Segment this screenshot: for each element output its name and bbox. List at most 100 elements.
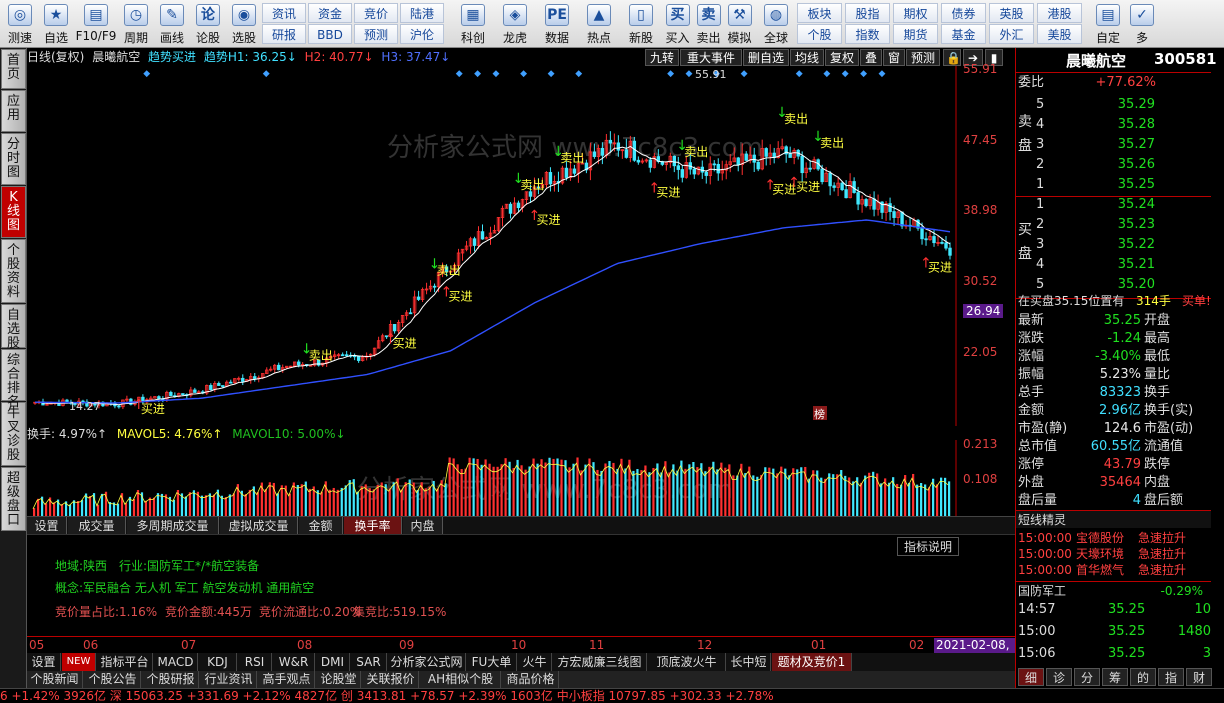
sidebar-item[interactable]: 超级盘口 — [1, 467, 26, 531]
sector-row[interactable]: 国防军工 -0.29% — [1016, 581, 1211, 599]
buy-button[interactable]: 买买入 — [662, 2, 693, 46]
toolbar-small-button[interactable]: 期货 — [893, 24, 938, 44]
news-tab[interactable]: 个股新闻 — [27, 671, 83, 688]
chart-button[interactable]: 均线 — [790, 49, 824, 66]
indicator-tab[interactable]: 换手率 — [344, 517, 402, 535]
sidebar-item[interactable]: K线图 — [1, 186, 26, 238]
gavel-button[interactable]: ⚒ 模拟 — [724, 2, 755, 46]
sidebar-item[interactable]: 首页 — [1, 49, 26, 89]
formula-tab[interactable]: NEW — [62, 653, 96, 671]
indicator-tab[interactable]: 成交量 — [68, 517, 126, 535]
toolbar-small-button[interactable]: 陆港 — [400, 3, 444, 23]
more-button[interactable]: ✓ 多 — [1125, 2, 1159, 46]
news-tab[interactable]: 个股公告 — [85, 671, 141, 688]
formula-tab[interactable]: 顶底波火牛 — [648, 653, 726, 671]
panel-tab[interactable]: 财 — [1186, 668, 1212, 686]
formula-tab[interactable]: SAR — [351, 653, 387, 671]
news-tab[interactable]: AH相似个股 — [421, 671, 501, 688]
bid-row[interactable]: 2 35.23 — [1016, 216, 1211, 234]
chart-button[interactable]: 窗 — [883, 49, 905, 66]
chart-button[interactable]: 重大事件 — [680, 49, 742, 66]
news-tab[interactable]: 高手观点 — [259, 671, 315, 688]
globe-button[interactable]: ◍ 全球 — [755, 2, 797, 46]
indicator-tab[interactable]: 设置 — [27, 517, 67, 535]
f10-button[interactable]: ▤ F10/F9 — [74, 2, 118, 46]
chart-button[interactable]: 九转 — [645, 49, 679, 66]
toolbar-small-button[interactable]: 股指 — [845, 3, 890, 23]
toolbar-small-button[interactable]: 沪伦 — [400, 24, 444, 44]
ask-row[interactable]: 1 35.25 — [1016, 176, 1211, 194]
star-market-button[interactable]: ▦ 科创 — [452, 2, 494, 46]
formula-tab[interactable]: 题材及竞价1 — [772, 653, 852, 671]
dragon-button[interactable]: ◈ 龙虎 — [494, 2, 536, 46]
clock-button[interactable]: ◷ 周期 — [118, 2, 154, 46]
formula-tab[interactable]: FU大单 — [467, 653, 517, 671]
toolbar-small-button[interactable]: 竞价 — [354, 3, 398, 23]
formula-tab[interactable]: 分析家公式网 — [388, 653, 466, 671]
chart-button[interactable]: 删自选 — [743, 49, 789, 66]
panel-tab[interactable]: 筹 — [1102, 668, 1128, 686]
short-row[interactable]: 15:00:00 宝德股份 急速拉升 — [1016, 530, 1211, 546]
sidebar-item[interactable]: 个股资料 — [1, 239, 26, 303]
bid-row[interactable]: 3 35.22 — [1016, 236, 1211, 254]
indicator-tab[interactable]: 多周期成交量 — [127, 517, 219, 535]
toolbar-small-button[interactable]: 外汇 — [989, 24, 1034, 44]
news-tab[interactable]: 商品价格 — [503, 671, 559, 688]
news-tab[interactable]: 论股堂 — [317, 671, 361, 688]
indicator-tab[interactable]: 内盘 — [403, 517, 443, 535]
star-button[interactable]: ★ 自选 — [38, 2, 74, 46]
toolbar-small-button[interactable]: BBD — [308, 24, 352, 44]
toolbar-small-button[interactable]: 期权 — [893, 3, 938, 23]
panel-tab[interactable]: 分 — [1074, 668, 1100, 686]
sidebar-item[interactable]: 自选股 — [1, 304, 26, 351]
formula-tab[interactable]: 长中短 — [727, 653, 771, 671]
sidebar-item[interactable]: 分时图 — [1, 133, 26, 185]
toolbar-small-button[interactable]: 资金 — [308, 3, 352, 23]
formula-tab[interactable]: 火牛 — [518, 653, 552, 671]
sidebar-item[interactable]: 综合排名 — [1, 349, 26, 410]
chart-button[interactable]: 预测 — [906, 49, 940, 66]
volume-chart[interactable]: 分析家公式网 www.7c8c3.com — [27, 440, 963, 516]
hot-button[interactable]: ▲ 热点 — [578, 2, 620, 46]
sidebar-item[interactable]: 牛叉诊股 — [1, 402, 26, 466]
formula-tab[interactable]: MACD — [154, 653, 198, 671]
ask-row[interactable]: 4 35.28 — [1016, 116, 1211, 134]
indicator-name[interactable]: 趋势买进 — [148, 50, 196, 64]
toolbar-small-button[interactable]: 基金 — [941, 24, 986, 44]
pe-button[interactable]: PE 数据 — [536, 2, 578, 46]
indicator-help-button[interactable]: 指标说明 — [897, 537, 960, 556]
toolbar-small-button[interactable]: 板块 — [797, 3, 842, 23]
pen-button[interactable]: ✎ 画线 — [154, 2, 190, 46]
toolbar-small-button[interactable]: 指数 — [845, 24, 890, 44]
bid-row[interactable]: 1 35.24 — [1016, 196, 1211, 214]
formula-tab[interactable]: KDJ — [199, 653, 237, 671]
filter-button[interactable]: ◉ 选股 — [226, 2, 262, 46]
lock-icon[interactable]: 🔒 — [943, 49, 961, 66]
toolbar-small-button[interactable]: 英股 — [989, 3, 1034, 23]
panel-tab[interactable]: 的 — [1130, 668, 1156, 686]
toolbar-small-button[interactable]: 个股 — [797, 24, 842, 44]
toolbar-small-button[interactable]: 港股 — [1037, 3, 1082, 23]
news-tab[interactable]: 个股研报 — [143, 671, 199, 688]
ask-row[interactable]: 3 35.27 — [1016, 136, 1211, 154]
speed-button[interactable]: ◎ 测速 — [2, 2, 38, 46]
short-row[interactable]: 15:00:00 首华燃气 急速拉升 — [1016, 562, 1211, 578]
news-tab[interactable]: 行业资讯 — [201, 671, 257, 688]
new-stock-button[interactable]: ▯ 新股 — [620, 2, 662, 46]
panel-tab[interactable]: 指 — [1158, 668, 1184, 686]
bid-row[interactable]: 4 35.21 — [1016, 256, 1211, 274]
formula-tab[interactable]: 方宏威廉三线图 — [553, 653, 647, 671]
toolbar-small-button[interactable]: 资讯 — [262, 3, 306, 23]
formula-tab[interactable]: 指标平台 — [97, 653, 153, 671]
formula-tab[interactable]: 设置 — [27, 653, 61, 671]
chart-button[interactable]: 叠 — [860, 49, 882, 66]
news-tab[interactable]: 关联报价 — [363, 671, 419, 688]
formula-tab[interactable]: W&R — [273, 653, 315, 671]
indicator-tab[interactable]: 金额 — [299, 517, 343, 535]
toolbar-small-button[interactable]: 债券 — [941, 3, 986, 23]
short-row[interactable]: 15:00:00 天壕环境 急速拉升 — [1016, 546, 1211, 562]
ask-row[interactable]: 2 35.26 — [1016, 156, 1211, 174]
period-label[interactable]: 日线(复权) — [27, 50, 84, 64]
ask-row[interactable]: 5 35.29 — [1016, 96, 1211, 114]
indicator-tab[interactable]: 虚拟成交量 — [220, 517, 298, 535]
